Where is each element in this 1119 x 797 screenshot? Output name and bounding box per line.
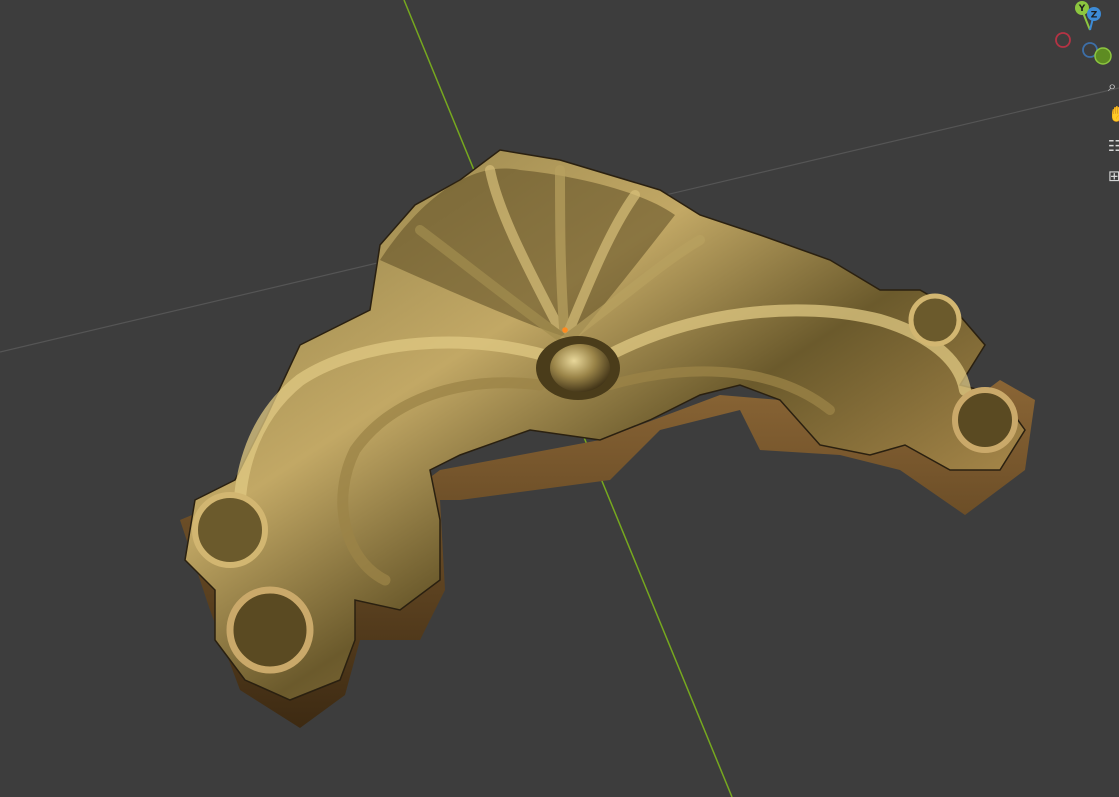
zoom-icon[interactable]: ⌕ bbox=[1108, 76, 1119, 96]
gizmo-neg-x-axis[interactable] bbox=[1055, 32, 1071, 48]
scroll-curl-left-lower bbox=[226, 586, 314, 674]
gizmo-y-label: Y bbox=[1078, 4, 1086, 14]
camera-icon[interactable]: ☷ bbox=[1108, 136, 1119, 156]
scroll-curl-right-lower bbox=[952, 387, 1018, 453]
gizmo-neg-y-axis[interactable] bbox=[1094, 47, 1112, 65]
center-boss bbox=[550, 344, 610, 392]
grid-icon[interactable]: ⊞ bbox=[1108, 166, 1119, 186]
object-origin-dot[interactable] bbox=[562, 327, 568, 333]
viewport-scene[interactable] bbox=[0, 0, 1119, 797]
3d-viewport[interactable]: Y Z ⌕ ✋ ☷ ⊞ bbox=[0, 0, 1119, 797]
hand-icon[interactable]: ✋ bbox=[1108, 104, 1119, 124]
scroll-curl-left-upper bbox=[192, 492, 268, 568]
navigation-gizmo[interactable]: Y Z bbox=[1046, 0, 1119, 72]
ornament-mesh[interactable] bbox=[180, 149, 1035, 728]
gizmo-z-label: Z bbox=[1091, 11, 1098, 21]
scroll-curl-right-upper bbox=[908, 293, 962, 347]
